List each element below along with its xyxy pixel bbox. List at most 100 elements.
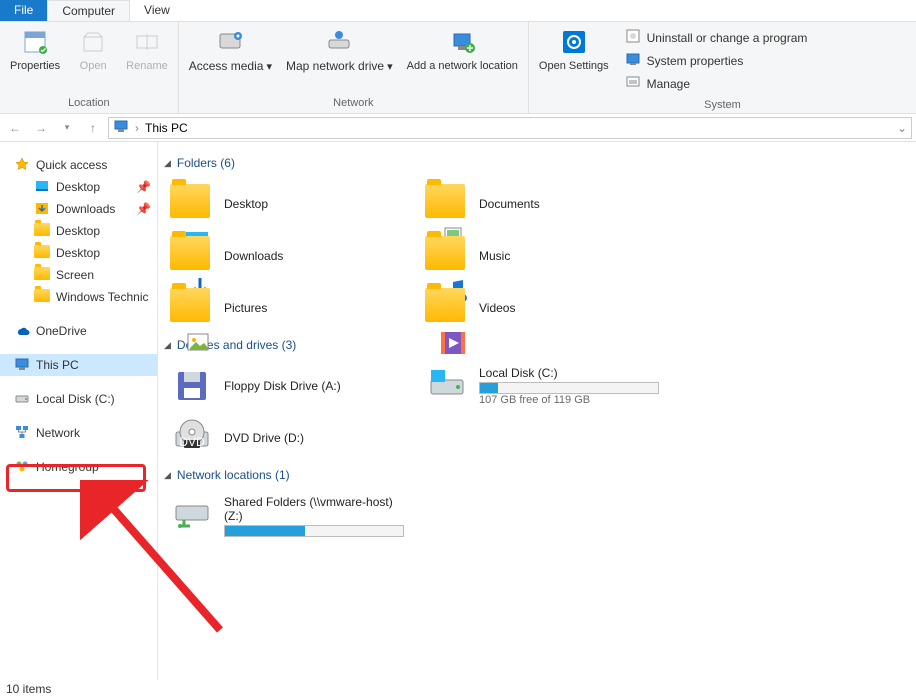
this-pc-icon — [113, 118, 129, 137]
rename-button[interactable]: Rename — [122, 24, 172, 75]
map-drive-label: Map network drive ▾ — [286, 60, 393, 74]
qa-item-label: Windows Technic — [56, 290, 148, 304]
system-properties-button[interactable]: System properties — [625, 51, 808, 70]
desktop-icon — [170, 182, 214, 226]
drive-item[interactable]: Shared Folders (\\vmware-host) (Z:) — [164, 490, 419, 542]
qa-item-label: Desktop — [56, 224, 100, 238]
pictures-icon — [170, 286, 214, 330]
folder-item[interactable]: Videos — [419, 282, 674, 334]
tab-view[interactable]: View — [130, 0, 184, 21]
hdd-icon — [425, 364, 469, 408]
this-pc-icon — [14, 356, 30, 375]
downloads-icon — [34, 200, 50, 219]
folder-item[interactable]: Documents — [419, 178, 674, 230]
drive-capacity-bar — [479, 382, 659, 394]
sidebar-qa-item[interactable]: Desktop — [0, 242, 157, 264]
sidebar-network[interactable]: Network — [0, 422, 157, 444]
navigation-pane: Quick access Desktop📌Downloads📌DesktopDe… — [0, 142, 158, 680]
tab-file[interactable]: File — [0, 0, 47, 21]
tab-computer[interactable]: Computer — [47, 0, 130, 21]
floppy-icon — [170, 364, 214, 408]
rename-label: Rename — [126, 60, 168, 73]
sidebar-homegroup[interactable]: Homegroup — [0, 456, 157, 478]
access-media-button[interactable]: Access media ▾ — [185, 24, 276, 76]
item-name: Local Disk (C:) — [479, 366, 659, 380]
section-drives-header[interactable]: ◢ Devices and drives (3) — [164, 338, 910, 352]
quick-access-label: Quick access — [36, 158, 107, 172]
content-pane: ◢ Folders (6) Desktop Documents Downloads M… — [158, 142, 916, 680]
address-dropdown-icon[interactable]: ⌄ — [897, 121, 907, 135]
homegroup-label: Homegroup — [36, 460, 99, 474]
drive-item[interactable]: Floppy Disk Drive (A:) — [164, 360, 419, 412]
sidebar-qa-item[interactable]: Downloads📌 — [0, 198, 157, 220]
properties-icon — [19, 26, 51, 58]
breadcrumb-this-pc[interactable]: This PC — [145, 121, 188, 135]
folder-item[interactable]: Pictures — [164, 282, 419, 334]
downloads-icon — [170, 234, 214, 278]
item-name: Pictures — [224, 301, 267, 315]
nav-up-button[interactable]: ↑ — [82, 117, 104, 139]
sidebar-local-disk[interactable]: Local Disk (C:) — [0, 388, 157, 410]
properties-button[interactable]: Properties — [6, 24, 64, 75]
onedrive-label: OneDrive — [36, 324, 87, 338]
item-name: Music — [479, 249, 510, 263]
sidebar-this-pc[interactable]: This PC — [0, 354, 157, 376]
nav-forward-button[interactable]: → — [30, 117, 52, 139]
section-folders-header[interactable]: ◢ Folders (6) — [164, 156, 910, 170]
qa-item-label: Desktop — [56, 180, 100, 194]
drive-item[interactable]: DVDDVD Drive (D:) — [164, 412, 419, 464]
sidebar-qa-item[interactable]: Screen — [0, 264, 157, 286]
folder-icon — [34, 289, 50, 305]
folder-icon — [34, 245, 50, 261]
open-settings-button[interactable]: Open Settings — [535, 24, 613, 75]
network-icon — [14, 424, 30, 443]
open-button[interactable]: Open — [70, 24, 116, 75]
address-box[interactable]: › This PC ⌄ — [108, 117, 912, 139]
sysprops-icon — [625, 51, 641, 70]
ribbon: Properties Open Rename Location Access m… — [0, 22, 916, 114]
manage-button[interactable]: Manage — [625, 74, 808, 93]
this-pc-label: This PC — [36, 358, 79, 372]
nav-back-button[interactable]: ← — [4, 117, 26, 139]
access-media-label: Access media ▾ — [189, 60, 272, 74]
folder-item[interactable]: Desktop — [164, 178, 419, 230]
local-disk-label: Local Disk (C:) — [36, 392, 115, 406]
folder-item[interactable]: Music — [419, 230, 674, 282]
uninstall-programs-button[interactable]: Uninstall or change a program — [625, 28, 808, 47]
status-item-count: 10 items — [6, 682, 51, 696]
map-drive-button[interactable]: Map network drive ▾ — [282, 24, 397, 76]
settings-icon — [558, 26, 590, 58]
disk-icon — [14, 390, 30, 409]
manage-label: Manage — [647, 77, 690, 91]
group-label-location: Location — [6, 95, 172, 111]
item-name: Videos — [479, 301, 515, 315]
sidebar-onedrive[interactable]: OneDrive — [0, 320, 157, 342]
folder-item[interactable]: Downloads — [164, 230, 419, 282]
sidebar-qa-item[interactable]: Desktop 📌 — [0, 176, 157, 198]
tab-bar: File Computer View — [0, 0, 916, 22]
uninstall-label: Uninstall or change a program — [647, 31, 808, 45]
add-network-location-button[interactable]: Add a network location — [403, 24, 522, 75]
sidebar-qa-item[interactable]: Windows Technic — [0, 286, 157, 308]
pin-icon: 📌 — [136, 180, 151, 194]
collapse-icon: ◢ — [164, 158, 171, 169]
add-netloc-label: Add a network location — [407, 60, 518, 73]
folder-icon — [34, 267, 50, 283]
rename-icon — [131, 26, 163, 58]
documents-icon — [425, 182, 469, 226]
section-netloc-header[interactable]: ◢ Network locations (1) — [164, 468, 910, 482]
section-netloc-title: Network locations (1) — [177, 468, 290, 482]
item-name: DVD Drive (D:) — [224, 431, 304, 445]
group-label-network: Network — [185, 95, 522, 111]
nav-recent-button[interactable]: ▾ — [56, 117, 78, 139]
sysprops-label: System properties — [647, 54, 744, 68]
drive-item[interactable]: Local Disk (C:)107 GB free of 119 GB — [419, 360, 674, 412]
section-folders-title: Folders (6) — [177, 156, 235, 170]
sidebar-qa-item[interactable]: Desktop — [0, 220, 157, 242]
sidebar-quick-access[interactable]: Quick access — [0, 154, 157, 176]
item-name: Desktop — [224, 197, 268, 211]
item-name: Documents — [479, 197, 540, 211]
ribbon-group-network: Access media ▾ Map network drive ▾ Add a… — [179, 22, 529, 113]
qa-item-label: Downloads — [56, 202, 115, 216]
qa-item-label: Desktop — [56, 246, 100, 260]
